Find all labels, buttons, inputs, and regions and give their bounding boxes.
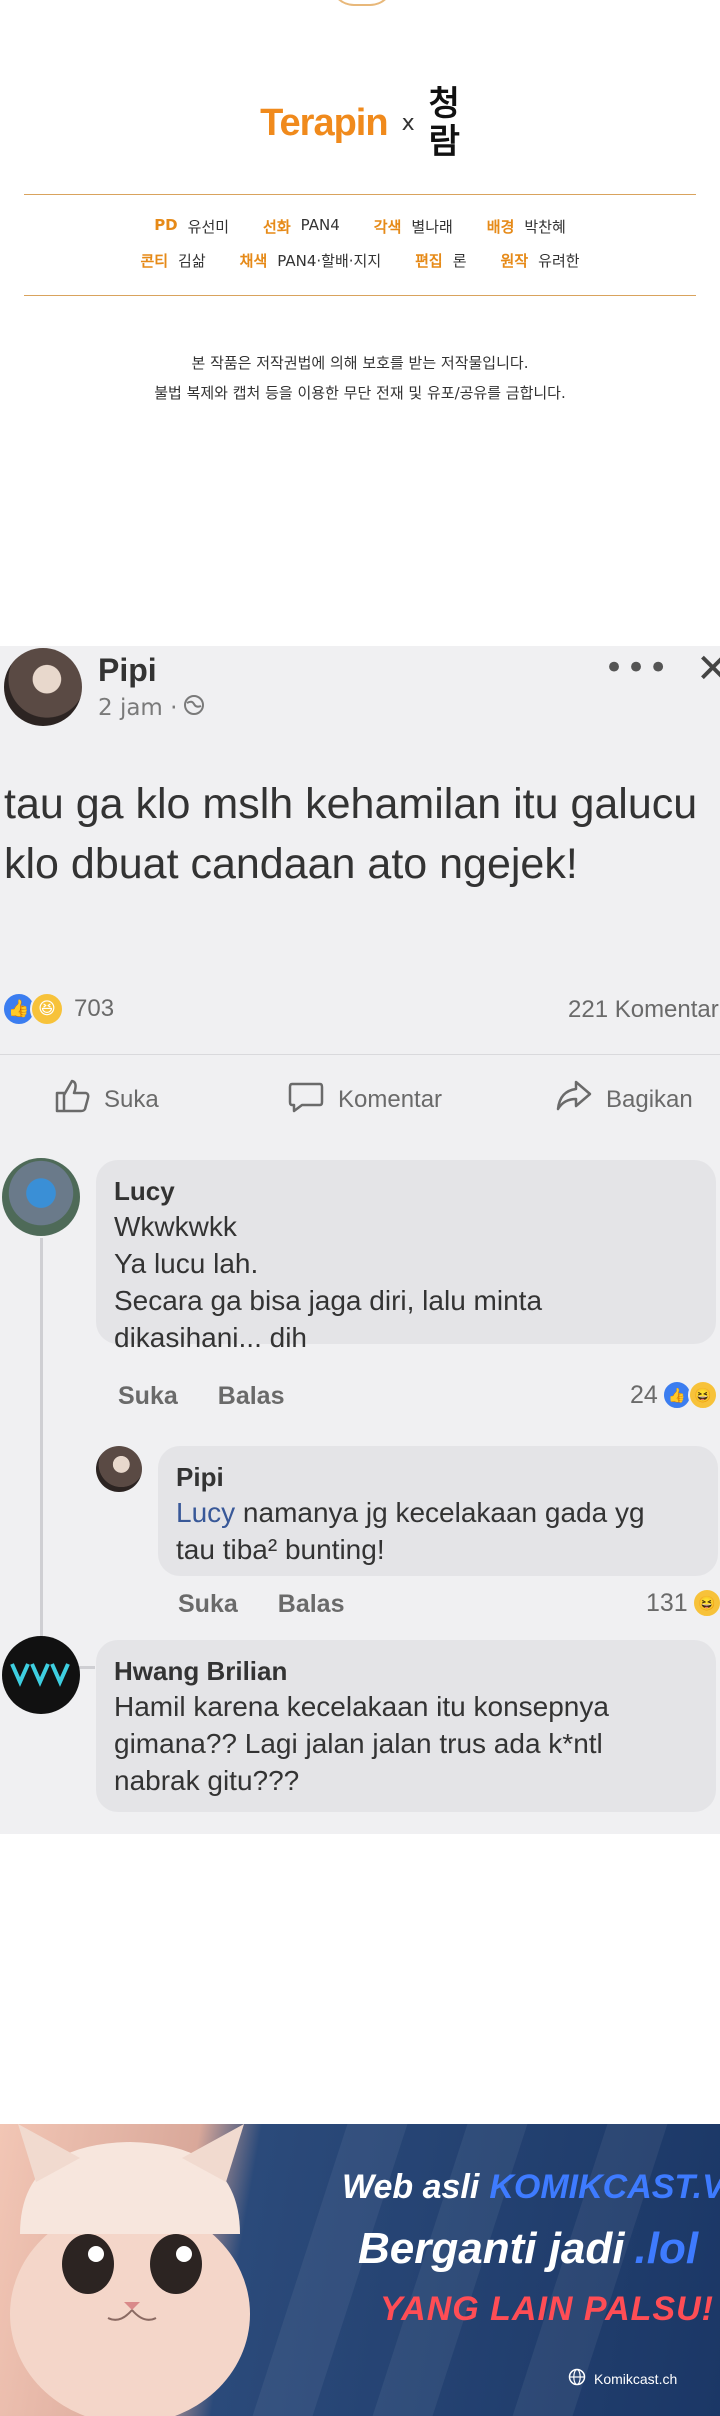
- comment-author[interactable]: Lucy: [114, 1174, 694, 1208]
- facebook-post-screenshot: Pipi 2 jam · ••• ✕ tau ga klo mslh keham…: [0, 646, 720, 1834]
- haha-reaction-icon: 😆: [687, 1380, 718, 1410]
- post-timestamp: 2 jam ·: [98, 694, 205, 722]
- reply-line: tau tiba² bunting!: [176, 1534, 385, 1565]
- more-options-icon[interactable]: •••: [604, 648, 670, 688]
- comment-count[interactable]: 221 Komentar: [568, 996, 719, 1024]
- terapin-logo: Terapin: [260, 101, 388, 144]
- comment-line: Secara ga bisa jaga diri, lalu minta: [114, 1285, 543, 1316]
- promo-banner[interactable]: Web asliKOMIKCAST.VIP Berganti jadi.lol …: [0, 2124, 720, 2416]
- cheongram-logo: 청 람: [428, 84, 460, 162]
- credit-editing: 편집 론: [415, 252, 467, 270]
- credit-original: 원작 유려한: [500, 252, 580, 270]
- comment-bubble-hwang: Hwang Brilian Hamil karena kecelakaan it…: [96, 1640, 716, 1812]
- copyright-notice-2: 불법 복제와 캡처 등을 이용한 무단 전재 및 유포/공유를 금합니다.: [154, 384, 566, 402]
- credit-coloring: 채색 PAN4·할배·지지: [239, 252, 382, 270]
- credit-background: 배경 박찬혜: [486, 218, 566, 236]
- credit-adaptation: 각색 별나래: [373, 218, 453, 236]
- top-ornament: [330, 0, 394, 6]
- commenter-avatar-lucy[interactable]: [2, 1158, 80, 1236]
- globe-icon: [568, 2368, 586, 2389]
- post-author-name[interactable]: Pipi: [98, 652, 157, 689]
- post-actions: Suka Komentar Bagikan: [0, 1076, 720, 1136]
- like-button[interactable]: Suka: [52, 1076, 159, 1123]
- commenter-avatar-hwang[interactable]: [2, 1636, 80, 1714]
- banner-line-2: Berganti jadi .lol: [358, 2224, 699, 2273]
- reply-bubble-pipi: Pipi Lucy namanya jg kecelakaan gada yg …: [158, 1446, 718, 1576]
- globe-icon: [183, 694, 205, 722]
- haha-reaction-icon: 😆: [30, 992, 64, 1026]
- comment-line: nabrak gitu???: [114, 1765, 300, 1796]
- comment-reactions[interactable]: 24 👍 😆: [630, 1380, 718, 1410]
- credit-lineart: 선화 PAN4: [263, 216, 340, 236]
- cat-mascot-image: [10, 2124, 250, 2416]
- comment-button[interactable]: Komentar: [286, 1076, 442, 1123]
- banner-line-1: Web asliKOMIKCAST.VIP: [342, 2168, 720, 2206]
- reply-avatar-pipi[interactable]: [96, 1446, 142, 1492]
- reaction-count: 703: [74, 995, 115, 1022]
- credits-row-2: 콘티 김삶 채색 PAN4·할배·지지 편집 론 원작 유려한: [0, 250, 720, 271]
- comment-line: Ya lucu lah.: [114, 1248, 259, 1279]
- credits-top-rule: [24, 194, 696, 195]
- share-arrow-icon: [554, 1076, 594, 1123]
- comment-line: gimana?? Lagi jalan jalan trus ada k*ntl: [114, 1728, 603, 1759]
- credits-bottom-rule: [24, 295, 696, 296]
- reply-actions: Suka Balas: [178, 1590, 344, 1619]
- reply-line: Lucy namanya jg kecelakaan gada yg: [176, 1497, 645, 1528]
- reply-reply-link[interactable]: Balas: [278, 1590, 345, 1619]
- post-text: tau ga klo mslh kehamilan itu galucu klo…: [4, 780, 698, 888]
- comment-line: dikasihani... dih: [114, 1322, 308, 1353]
- credit-storyboard: 콘티 김삶: [140, 252, 206, 270]
- publisher-logos: Terapin x 청 람: [0, 78, 720, 168]
- thread-line: [40, 1238, 43, 1658]
- reply-like-link[interactable]: Suka: [178, 1590, 238, 1619]
- thumbs-up-icon: [52, 1076, 92, 1123]
- reaction-summary[interactable]: 👍 😆 703: [2, 992, 114, 1026]
- comment-bubble-icon: [286, 1076, 326, 1123]
- post-author-avatar[interactable]: [4, 648, 82, 726]
- comment-actions: Suka Balas: [118, 1382, 284, 1411]
- comment-author[interactable]: Hwang Brilian: [114, 1654, 694, 1688]
- action-divider: [0, 1054, 720, 1055]
- haha-reaction-icon: 😆: [691, 1588, 720, 1618]
- comment-reply-link[interactable]: Balas: [218, 1382, 285, 1411]
- logo-separator: x: [401, 110, 415, 136]
- comment-bubble-lucy: Lucy Wkwkwkk Ya lucu lah. Secara ga bisa…: [96, 1160, 716, 1353]
- banner-line-3: YANG LAIN PALSU!: [380, 2290, 714, 2328]
- comment-line: Hamil karena kecelakaan itu konsepnya: [114, 1691, 609, 1722]
- reply-reactions[interactable]: 131 😆: [646, 1588, 720, 1618]
- mention-link[interactable]: Lucy: [176, 1497, 235, 1528]
- credits-row-1: PD 유선미 선화 PAN4 각색 별나래 배경 박찬혜: [0, 216, 720, 237]
- credit-pd: PD 유선미: [154, 216, 230, 236]
- share-button[interactable]: Bagikan: [554, 1076, 693, 1123]
- comment-like-link[interactable]: Suka: [118, 1382, 178, 1411]
- comment-line: Wkwkwkk: [114, 1211, 237, 1242]
- vvv-logo-icon: [10, 1663, 70, 1687]
- reply-author[interactable]: Pipi: [176, 1460, 696, 1494]
- close-icon[interactable]: ✕: [696, 646, 720, 692]
- copyright-notice-1: 본 작품은 저작권법에 의해 보호를 받는 저작물입니다.: [191, 354, 529, 372]
- banner-site[interactable]: Komikcast.ch: [568, 2368, 677, 2389]
